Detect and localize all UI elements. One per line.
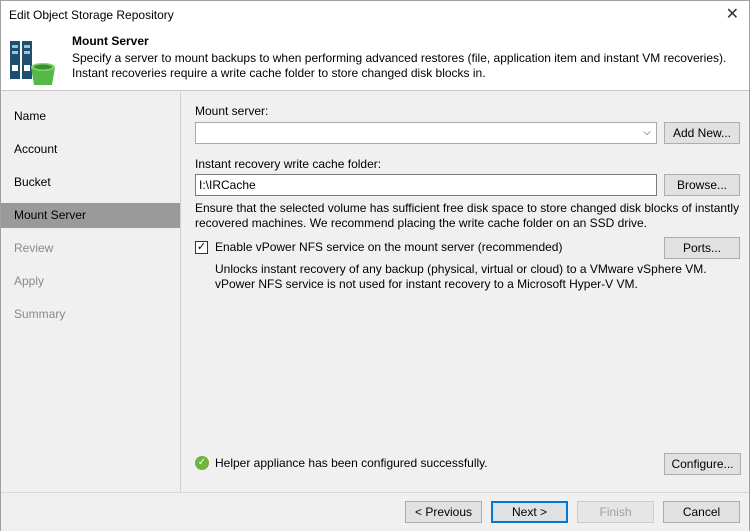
- status-text: Helper appliance has been configured suc…: [215, 456, 488, 470]
- object-storage-repository-icon: [10, 41, 55, 85]
- sidebar-item-bucket[interactable]: Bucket: [1, 170, 180, 195]
- wizard-steps-sidebar: Name Account Bucket Mount Server Review …: [1, 92, 181, 492]
- edit-object-storage-repository-dialog: Edit Object Storage Repository ✕ Mount S…: [0, 0, 750, 531]
- cache-folder-note: Ensure that the selected volume has suff…: [195, 201, 740, 230]
- mount-server-panel: Mount server: ⌵ Add New... Instant recov…: [182, 92, 749, 492]
- sidebar-item-summary: Summary: [14, 307, 66, 321]
- success-check-icon: ✓: [195, 456, 209, 470]
- chevron-down-icon[interactable]: ⌵: [638, 123, 656, 143]
- configure-button[interactable]: Configure...: [664, 453, 741, 475]
- mount-server-dropdown[interactable]: ⌵: [195, 122, 657, 144]
- cancel-button[interactable]: Cancel: [663, 501, 740, 523]
- sidebar-item-review: Review: [14, 241, 54, 255]
- sidebar-item-account[interactable]: Account: [1, 137, 180, 162]
- next-button[interactable]: Next >: [491, 501, 568, 523]
- sidebar-item-mount-server[interactable]: Mount Server: [1, 203, 180, 228]
- browse-button[interactable]: Browse...: [664, 174, 740, 196]
- cache-folder-input[interactable]: I:\IRCache: [195, 174, 657, 196]
- mount-server-label: Mount server:: [195, 104, 269, 118]
- nfs-service-checkbox[interactable]: ✓: [195, 241, 208, 254]
- close-icon[interactable]: ✕: [726, 4, 739, 24]
- cache-folder-label: Instant recovery write cache folder:: [195, 157, 382, 171]
- wizard-footer: < Previous Next > Finish Cancel: [1, 492, 749, 531]
- window-title: Edit Object Storage Repository: [9, 8, 174, 22]
- ports-button[interactable]: Ports...: [664, 237, 740, 259]
- header-title: Mount Server: [72, 34, 149, 48]
- previous-button[interactable]: < Previous: [405, 501, 482, 523]
- finish-button: Finish: [577, 501, 654, 523]
- sidebar-item-apply: Apply: [14, 274, 45, 288]
- sidebar-item-name[interactable]: Name: [1, 104, 180, 129]
- nfs-service-note: Unlocks instant recovery of any backup (…: [215, 262, 707, 291]
- wizard-header: Mount Server Specify a server to mount b…: [1, 29, 749, 91]
- add-new-button[interactable]: Add New...: [664, 122, 740, 144]
- header-description: Specify a server to mount backups to whe…: [72, 51, 727, 80]
- title-bar: Edit Object Storage Repository ✕: [1, 1, 749, 29]
- nfs-service-checkbox-label[interactable]: Enable vPower NFS service on the mount s…: [215, 240, 562, 254]
